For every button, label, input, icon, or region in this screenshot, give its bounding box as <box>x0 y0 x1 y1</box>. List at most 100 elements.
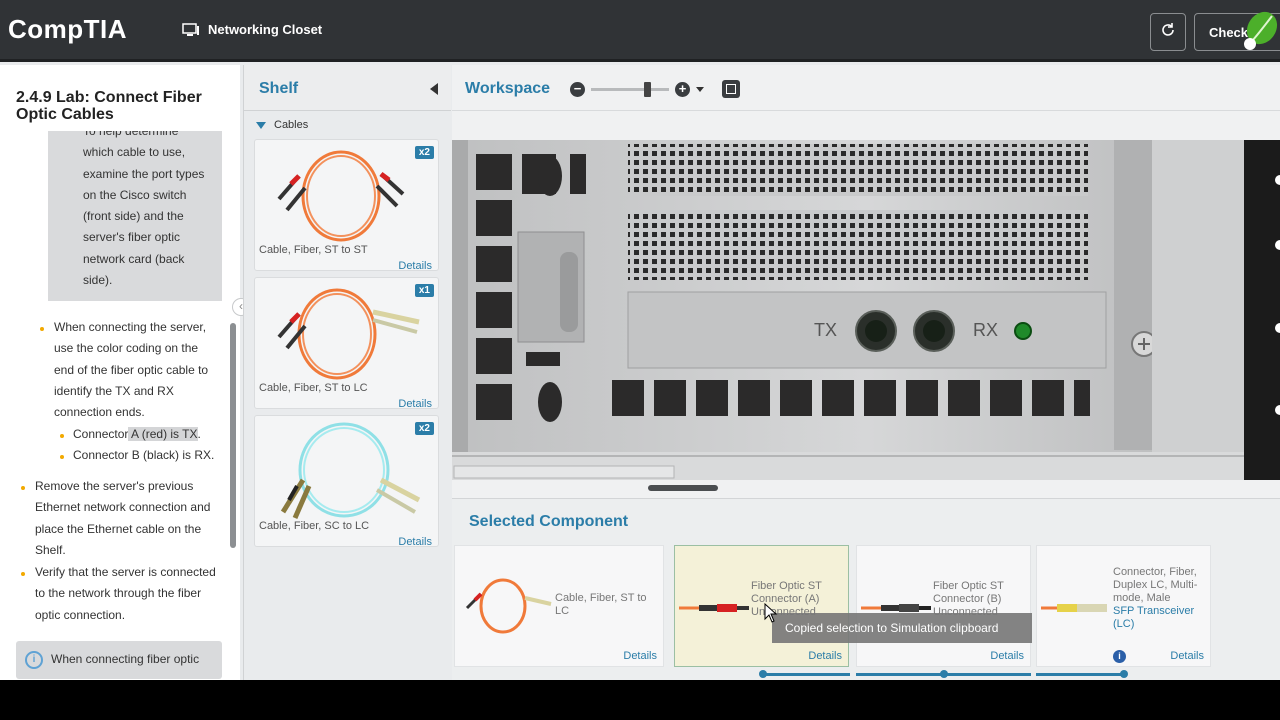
lab-app: CompTIA Networking Closet Check 2.4.9 La… <box>0 0 1280 680</box>
sub-bullet-connector-a: Connector A (red) is TX. <box>73 424 232 445</box>
connection-dot <box>940 670 948 678</box>
monitor-icon <box>182 22 200 37</box>
bullet-marker <box>40 327 44 331</box>
shelf-item-st-to-lc[interactable]: x1 Cable, Fiber, ST to LC Details <box>254 277 439 410</box>
sub-bullet-connector-b: Connector B (black) is RX. <box>73 448 215 462</box>
instructions-content[interactable]: i To help determine which cable to use, … <box>0 131 232 680</box>
fiber-cable-icon <box>277 150 405 242</box>
bullet-line: Remove the server's previous <box>35 479 194 493</box>
component-sublabel: Connector (A) <box>751 593 820 605</box>
connection-dot <box>759 670 767 678</box>
caret-down-icon <box>256 121 266 129</box>
fit-to-screen-icon[interactable] <box>722 80 740 98</box>
bullet-marker <box>60 434 64 438</box>
refresh-icon <box>1159 21 1177 44</box>
component-sublabel: Connector (B) <box>933 593 1002 605</box>
info-icon[interactable]: i <box>1113 650 1126 663</box>
bullet-line: Ethernet network connection and <box>35 500 211 515</box>
note-text: When connecting fiber optic <box>51 652 200 666</box>
component-card-connector-a[interactable]: Fiber Optic ST Connector (A) Unconnected… <box>674 545 849 667</box>
bullet-marker <box>21 572 25 576</box>
leaf-logo-icon <box>1238 8 1280 56</box>
fiber-cable-icon <box>465 578 552 634</box>
workspace-panel: Workspace − + TX RX Selected Component C… <box>452 65 1280 680</box>
component-card-connector-b[interactable]: Fiber Optic ST Connector (B) Unconnected… <box>856 545 1031 667</box>
component-label: Cable, Fiber, ST to LC <box>555 592 647 617</box>
component-label: mode, Male <box>1113 592 1171 604</box>
quantity-badge: x2 <box>414 422 434 435</box>
bullet-line: connection ends. <box>54 405 145 420</box>
component-label: Fiber Optic ST <box>933 580 1004 592</box>
workspace-scrollbar[interactable] <box>648 485 718 491</box>
video-letterbox <box>0 680 1280 720</box>
tip-line: network card (back <box>83 251 185 266</box>
selected-component-panel: Selected Component Cable, Fiber, ST to L… <box>452 498 1280 680</box>
component-label: Duplex LC, Multi- <box>1113 579 1198 591</box>
component-card-cable[interactable]: Cable, Fiber, ST to LC Details <box>454 545 664 667</box>
connection-line <box>762 673 850 676</box>
fiber-cable-icon <box>280 422 421 520</box>
fiber-cable-icon <box>277 288 420 380</box>
workspace-title: Workspace <box>465 80 551 97</box>
connector-a-prefix: Connector <box>73 427 129 441</box>
instruction-bullet-connect-server: When connecting the server, use the colo… <box>54 317 230 423</box>
shelf-header: Shelf <box>244 65 451 111</box>
lab-title: 2.4.9 Lab: Connect Fiber Optic Cables <box>16 89 202 123</box>
details-link[interactable]: Details <box>398 536 432 548</box>
lc-connector-icon <box>1041 604 1107 612</box>
bullet-line: Shelf. <box>35 542 66 557</box>
tip-line: (front side) and the <box>83 209 184 224</box>
zoom-slider[interactable] <box>591 81 669 97</box>
comptia-logo: CompTIA <box>8 14 128 44</box>
bullet-line: end of the fiber optic cable to <box>54 362 209 377</box>
tx-port-label: TX <box>814 320 837 340</box>
tip-box: i To help determine which cable to use, … <box>48 131 222 301</box>
selected-component-title: Selected Component <box>469 513 629 530</box>
collapse-shelf-icon[interactable] <box>430 83 438 95</box>
lab-location-label: Networking Closet <box>208 22 323 37</box>
clipboard-tooltip: Copied selection to Simulation clipboard <box>772 613 1032 643</box>
tip-line: on the Cisco switch <box>83 187 187 202</box>
tip-line: examine the port types <box>83 166 205 181</box>
details-link[interactable]: Details <box>398 398 432 410</box>
connection-line <box>1036 673 1126 676</box>
cables-group-toggle[interactable]: Cables <box>256 119 308 131</box>
note-box: i When connecting fiber optic <box>16 641 222 679</box>
shelf-item-st-to-st[interactable]: x2 Cable, Fiber, ST to ST Details <box>254 139 439 272</box>
connection-dot <box>1120 670 1128 678</box>
details-link[interactable]: Details <box>808 650 842 662</box>
tip-line: side). <box>83 273 113 288</box>
quantity-badge: x1 <box>414 284 434 297</box>
details-link[interactable]: Details <box>398 260 432 272</box>
reset-button[interactable] <box>1150 13 1186 51</box>
instructions-scrollbar[interactable] <box>230 323 236 548</box>
bullet-marker <box>60 455 64 459</box>
bullet-line: use the color coding on the <box>54 341 199 356</box>
zoom-menu-caret-icon[interactable] <box>696 86 704 92</box>
bullet-line: Verify that the server is connected <box>35 565 216 579</box>
details-link[interactable]: Details <box>1170 650 1204 662</box>
sfp-transceiver-link-suffix[interactable]: (LC) <box>1113 618 1134 631</box>
instruction-bullet-remove-ethernet: Remove the server's previous Ethernet ne… <box>35 476 231 561</box>
zoom-in-icon[interactable]: + <box>675 81 690 97</box>
instruction-bullet-verify: Verify that the server is connected to t… <box>35 562 231 626</box>
zoom-out-icon[interactable]: − <box>570 81 585 97</box>
connector-a-suffix: . <box>197 427 201 441</box>
bullet-line: place the Ethernet cable on the <box>35 521 202 536</box>
tip-line: To help determine <box>83 131 179 138</box>
link-led <box>1014 322 1032 340</box>
component-label: Connector, Fiber, <box>1113 566 1197 578</box>
top-bar: CompTIA Networking Closet Check <box>0 0 1280 62</box>
details-link[interactable]: Details <box>623 650 657 662</box>
bullet-line: identify the TX and RX <box>54 383 174 398</box>
connector-a-highlight: A (red) is TX <box>128 427 198 441</box>
quantity-badge: x2 <box>414 146 434 159</box>
st-connector-icon <box>679 604 749 612</box>
details-link[interactable]: Details <box>990 650 1024 662</box>
component-label: Fiber Optic ST <box>751 580 822 592</box>
shelf-item-sc-to-lc[interactable]: x2 Cable, Fiber, SC to LC Details <box>254 415 439 548</box>
component-card-lc-connector[interactable]: Connector, Fiber, Duplex LC, Multi- mode… <box>1036 545 1211 667</box>
zoom-slider-thumb[interactable] <box>644 81 651 97</box>
sfp-transceiver-link[interactable]: SFP Transceiver <box>1113 605 1194 618</box>
bullet-marker <box>21 486 25 490</box>
